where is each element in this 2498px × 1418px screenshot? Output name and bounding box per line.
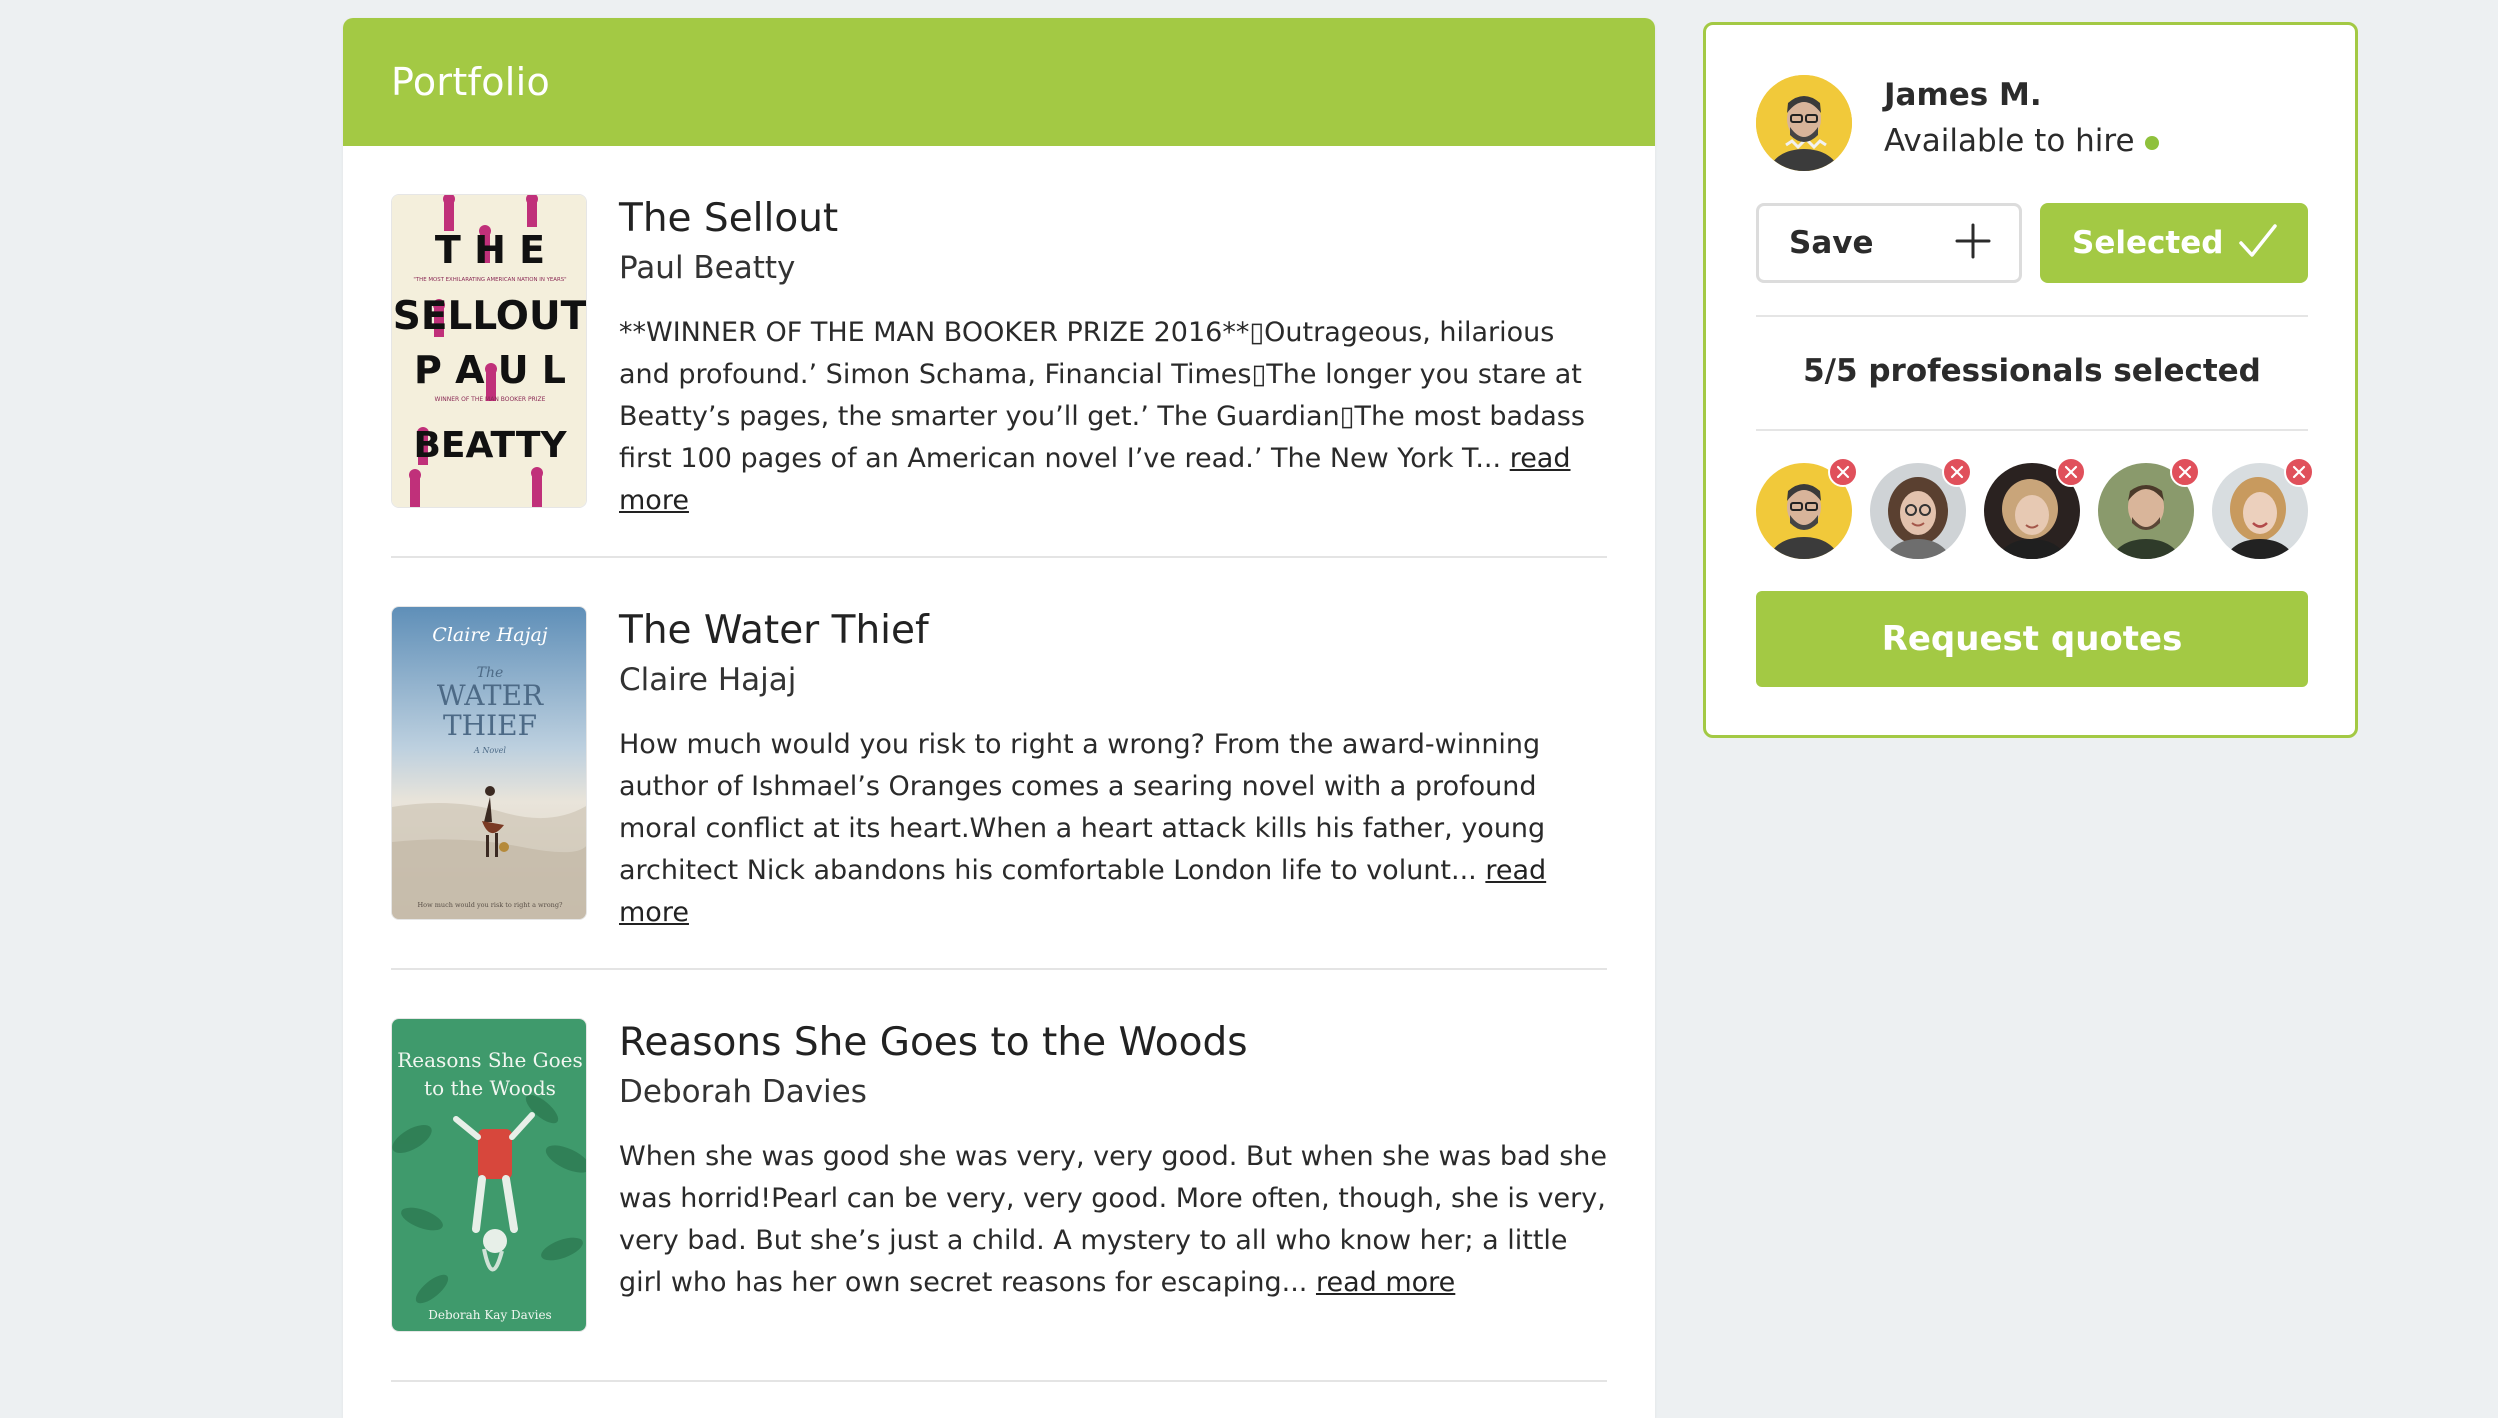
- close-icon: [2064, 465, 2078, 479]
- book-cover-the-sellout[interactable]: T H E "THE MOST EXHILARATING AMERICAN NA…: [391, 194, 587, 508]
- cover-line-2: SELLOUT: [393, 294, 587, 339]
- remove-professional-button[interactable]: [2170, 457, 2200, 487]
- checkmark-icon: [2238, 223, 2278, 263]
- cover-line-4: BEATTY: [413, 425, 567, 466]
- selected-professional-avatar[interactable]: [2098, 457, 2200, 559]
- close-icon: [1950, 465, 1964, 479]
- divider: [1756, 315, 2308, 317]
- book-info: Reasons She Goes to the Woods Deborah Da…: [619, 1018, 1609, 1304]
- cover-line-2: to the Woods: [424, 1076, 556, 1100]
- online-dot-icon: [2144, 135, 2159, 150]
- portfolio-item-the-water-thief: Claire Hajaj The WATER THIEF A Novel How…: [391, 558, 1607, 970]
- portfolio-title: Portfolio: [391, 60, 551, 104]
- cover-prize: WINNER OF THE MAN BOOKER PRIZE: [435, 396, 546, 403]
- selected-professional-avatar[interactable]: [1984, 457, 2086, 559]
- remove-professional-button[interactable]: [1828, 457, 1858, 487]
- cover-line-1: T H E: [435, 228, 545, 272]
- book-author: Paul Beatty: [619, 250, 796, 286]
- book-description-text: When she was good she was very, very goo…: [619, 1141, 1608, 1298]
- request-quotes-button[interactable]: Request quotes: [1756, 591, 2308, 687]
- save-button-label: Save: [1789, 225, 1874, 261]
- portfolio-panel: Portfolio T H E "THE MOST EXHILARATING A…: [343, 18, 1655, 1418]
- cover-line-1: Reasons She Goes: [397, 1048, 583, 1072]
- portfolio-item-the-sellout: T H E "THE MOST EXHILARATING AMERICAN NA…: [391, 146, 1607, 558]
- cover-tagline: "THE MOST EXHILARATING AMERICAN NATION I…: [413, 277, 566, 283]
- divider: [1756, 429, 2308, 431]
- book-title: The Sellout: [619, 196, 839, 241]
- cover-line-1: WATER: [437, 679, 544, 712]
- availability-status-text: Available to hire: [1884, 123, 2135, 159]
- book-cover-reasons-she-goes-to-the-woods[interactable]: Reasons She Goes to the Woods Deborah Ka…: [391, 1018, 587, 1332]
- cover-line-3: P A U L: [414, 348, 566, 392]
- hire-card: James M. Available to hire Save Selected…: [1703, 22, 2358, 738]
- book-description: **WINNER OF THE MAN BOOKER PRIZE 2016**▯…: [619, 312, 1609, 522]
- close-icon: [1836, 465, 1850, 479]
- book-description-text: How much would you risk to right a wrong…: [619, 729, 1546, 886]
- remove-professional-button[interactable]: [1942, 457, 1972, 487]
- avatar: [1756, 75, 1852, 171]
- cover-sub: A Novel: [473, 746, 506, 755]
- cover-tagline: How much would you risk to right a wrong…: [418, 901, 563, 909]
- book-description: How much would you risk to right a wrong…: [619, 724, 1609, 934]
- read-more-link[interactable]: read more: [1316, 1267, 1455, 1298]
- book-author: Deborah Davies: [619, 1074, 867, 1110]
- close-icon: [2178, 465, 2192, 479]
- book-description: When she was good she was very, very goo…: [619, 1136, 1609, 1304]
- book-title: The Water Thief: [619, 608, 929, 653]
- book-title: Reasons She Goes to the Woods: [619, 1020, 1248, 1065]
- book-author: Claire Hajaj: [619, 662, 797, 698]
- selected-button[interactable]: Selected: [2040, 203, 2308, 283]
- cover-author: Deborah Kay Davies: [428, 1308, 551, 1322]
- portfolio-header: Portfolio: [343, 18, 1655, 146]
- request-quotes-label: Request quotes: [1881, 619, 2183, 659]
- profile-name: James M.: [1884, 77, 2042, 113]
- save-button[interactable]: Save: [1756, 203, 2022, 283]
- availability-status: Available to hire: [1884, 123, 2159, 159]
- selected-professional-avatar[interactable]: [1870, 457, 1972, 559]
- book-cover-the-water-thief[interactable]: Claire Hajaj The WATER THIEF A Novel How…: [391, 606, 587, 920]
- remove-professional-button[interactable]: [2284, 457, 2314, 487]
- selected-professional-avatar[interactable]: [1756, 457, 1858, 559]
- selected-count: 5/5 professionals selected: [1803, 353, 2261, 389]
- book-description-text: **WINNER OF THE MAN BOOKER PRIZE 2016**▯…: [619, 317, 1585, 474]
- close-icon: [2292, 465, 2306, 479]
- selected-button-label: Selected: [2072, 225, 2224, 261]
- book-info: The Water Thief Claire Hajaj How much wo…: [619, 606, 1609, 934]
- cover-author-script: Claire Hajaj: [432, 624, 548, 646]
- plus-icon: [1955, 223, 1991, 263]
- selected-professional-avatar[interactable]: [2212, 457, 2314, 559]
- cover-line-2: THIEF: [443, 709, 537, 742]
- book-info: The Sellout Paul Beatty **WINNER OF THE …: [619, 194, 1609, 522]
- remove-professional-button[interactable]: [2056, 457, 2086, 487]
- portfolio-item-reasons-she-goes-to-the-woods: Reasons She Goes to the Woods Deborah Ka…: [391, 970, 1607, 1382]
